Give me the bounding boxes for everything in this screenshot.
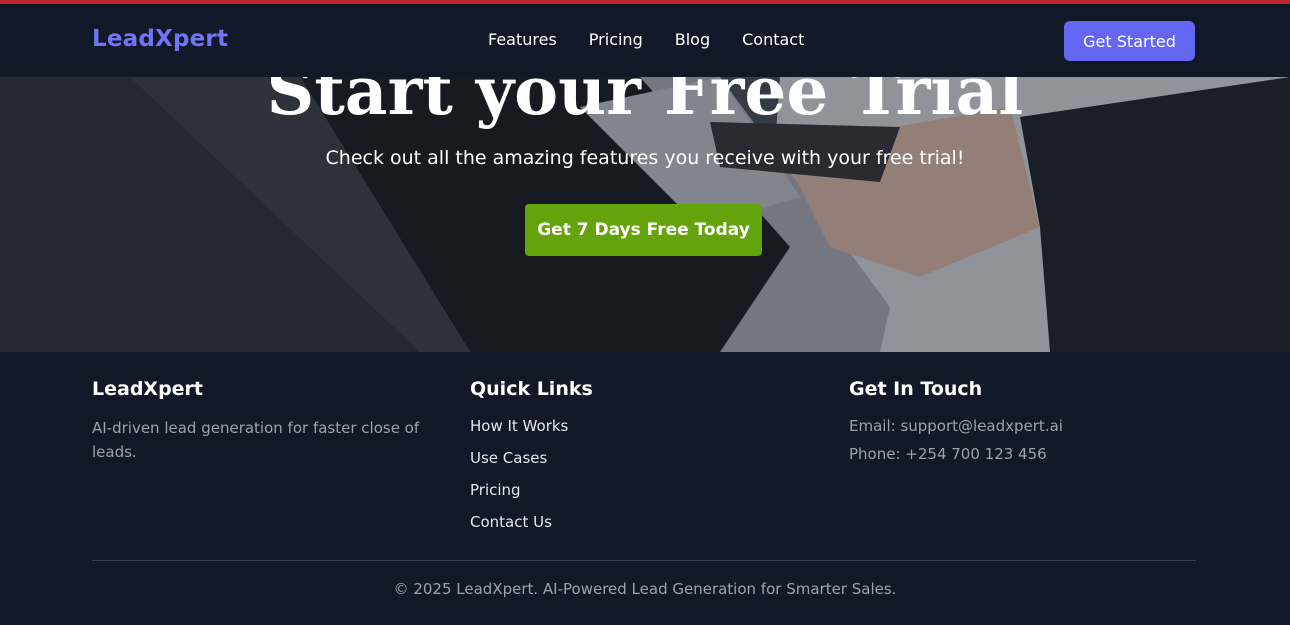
footer: LeadXpert AI-driven lead generation for … [0,352,1290,625]
get-started-button[interactable]: Get Started [1064,21,1195,61]
footer-brand-column: LeadXpert AI-driven lead generation for … [92,378,432,464]
nav-link-features[interactable]: Features [488,30,557,49]
top-accent-line [0,0,1290,4]
footer-link-use-cases[interactable]: Use Cases [470,448,790,468]
hero-title: Start your Free Trial [266,77,1024,130]
footer-quick-links-title: Quick Links [470,378,593,400]
navbar: LeadXpert Features Pricing Blog Contact … [0,4,1290,77]
nav-links: Features Pricing Blog Contact [488,30,836,49]
free-trial-button[interactable]: Get 7 Days Free Today [525,204,762,256]
footer-quick-links-column: Quick Links How It Works Use Cases Prici… [470,378,790,544]
footer-contact-column: Get In Touch Email: support@leadxpert.ai… [849,378,1199,472]
hero-subtitle: Check out all the amazing features you r… [325,147,965,169]
footer-contact-email: Email: support@leadxpert.ai [849,417,1063,435]
footer-link-contact-us[interactable]: Contact Us [470,512,790,532]
hero-section: Start your Free Trial Check out all the … [0,77,1290,352]
nav-link-pricing[interactable]: Pricing [589,30,643,49]
logo[interactable]: LeadXpert [92,26,228,52]
footer-contact-phone: Phone: +254 700 123 456 [849,445,1047,463]
footer-brand-title: LeadXpert [92,378,204,400]
copyright-text: © 2025 LeadXpert. AI-Powered Lead Genera… [393,580,897,598]
footer-brand-description: AI-driven lead generation for faster clo… [92,419,420,461]
footer-divider [92,560,1196,561]
footer-contact-title: Get In Touch [849,378,983,400]
nav-link-contact[interactable]: Contact [742,30,804,49]
nav-link-blog[interactable]: Blog [675,30,710,49]
footer-link-how-it-works[interactable]: How It Works [470,416,790,436]
footer-link-pricing[interactable]: Pricing [470,480,790,500]
